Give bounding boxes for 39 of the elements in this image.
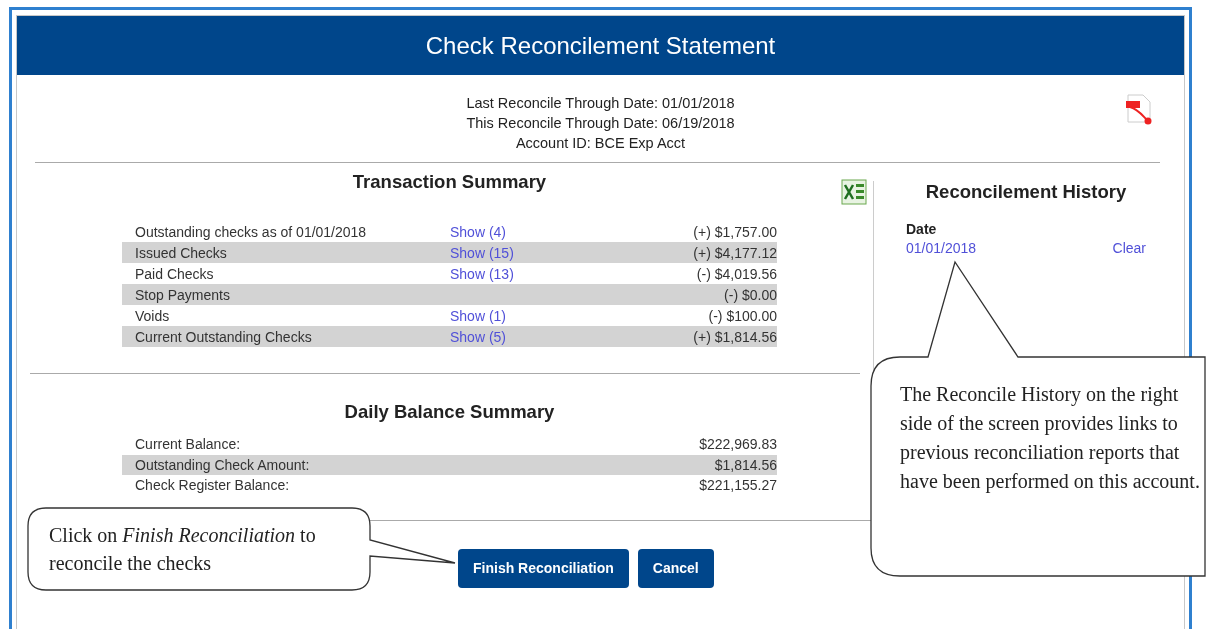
show-link[interactable]: Show (15) xyxy=(450,244,694,261)
show-link[interactable]: Show (4) xyxy=(450,223,694,240)
pdf-icon[interactable] xyxy=(1124,93,1154,127)
row-label: Current Balance: xyxy=(135,436,242,453)
row-label: Stop Payments xyxy=(135,286,231,303)
section-title: Daily Balance Summary xyxy=(343,401,556,423)
row-label: Outstanding checks as of 01/01/2018 xyxy=(135,223,368,240)
row-label: Voids xyxy=(135,307,171,324)
row-amount: (-) $4,019.56 xyxy=(696,265,777,282)
clear-link[interactable]: Clear xyxy=(1112,240,1146,256)
row-amount: (+) $1,814.56 xyxy=(693,328,777,345)
finish-button[interactable]: Finish Reconciliation xyxy=(458,548,629,588)
row-amount: $221,155.27 xyxy=(699,477,777,494)
section-title: Reconcilement History xyxy=(924,181,1128,203)
row-label: Paid Checks xyxy=(135,265,215,282)
row-label: Current Outstanding Checks xyxy=(135,328,313,345)
column-header: Date xyxy=(906,221,938,237)
row-label: Outstanding Check Amount: xyxy=(135,456,311,473)
row-label: Check Register Balance: xyxy=(135,477,291,494)
row-amount: (+) $4,177.12 xyxy=(693,244,777,261)
section-title: Transaction Summary xyxy=(351,171,548,193)
info-line: This Reconcile Through Date: 06/19/2018 xyxy=(466,114,735,133)
info-line: Last Reconcile Through Date: 01/01/2018 xyxy=(466,94,735,113)
page-title: Check Reconcilement Statement xyxy=(425,31,776,60)
row-amount: (+) $1,757.00 xyxy=(693,223,777,240)
callout-text: Click on Finish Reconciliation to reconcile the checks xyxy=(49,523,317,576)
spreadsheet-icon[interactable] xyxy=(841,179,867,205)
info-line: Account ID: BCE Exp Acct xyxy=(515,134,686,153)
row-amount: $1,814.56 xyxy=(714,456,777,473)
row-amount: (-) $100.00 xyxy=(708,307,777,324)
show-link[interactable]: Show (1) xyxy=(450,307,709,324)
history-date-link[interactable]: 01/01/2018 xyxy=(906,240,977,256)
callout-text: The Reconcile History on the right side of the screen provides links to previous reconciliation reports that have been performed on this account. xyxy=(900,382,1200,495)
show-link[interactable]: Show (13) xyxy=(450,265,697,282)
row-amount: (-) $0.00 xyxy=(724,286,777,303)
row-label: Issued Checks xyxy=(135,244,228,261)
row-amount: $222,969.83 xyxy=(699,436,777,453)
show-link[interactable]: Show (5) xyxy=(450,328,694,345)
cancel-button[interactable]: Cancel xyxy=(637,548,714,588)
